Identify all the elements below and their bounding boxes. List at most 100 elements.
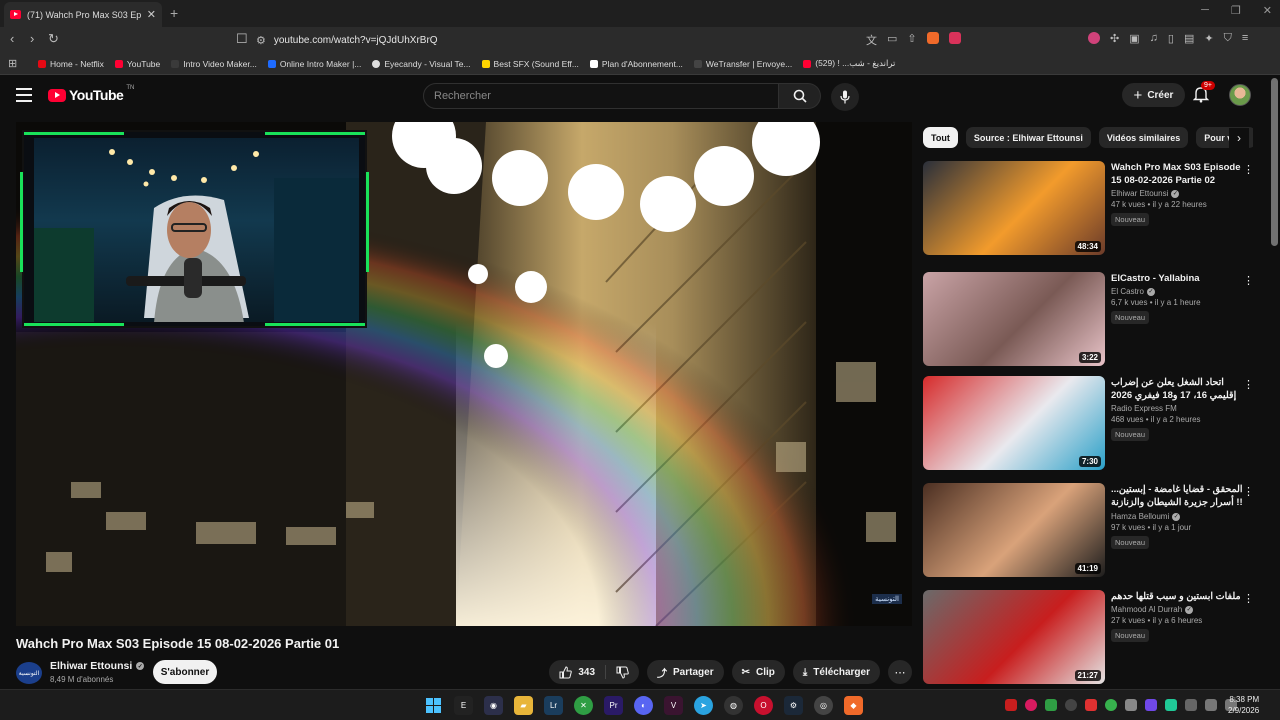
epic-games-icon[interactable]: E: [454, 696, 473, 715]
tray-app-icon[interactable]: [1125, 699, 1137, 711]
create-button[interactable]: + Créer: [1122, 83, 1185, 107]
steam-icon[interactable]: ⚙: [784, 696, 803, 715]
recommendation-channel[interactable]: Radio Express FM: [1111, 404, 1251, 413]
forward-icon[interactable]: ›: [30, 31, 34, 46]
clip-button[interactable]: ✂ Clip: [731, 660, 785, 684]
discord-icon[interactable]: ◐: [634, 696, 653, 715]
tab-close-icon[interactable]: ✕: [147, 8, 156, 21]
recommendation-title[interactable]: المحقق - قضايا غامضة - إبستين... !! أسرا…: [1111, 483, 1251, 510]
bookmark-wetransfer[interactable]: WeTransfer | Envoye...: [693, 59, 792, 69]
dislike-button[interactable]: [606, 660, 639, 684]
download-button[interactable]: ⤓ Télécharger: [792, 660, 880, 684]
share-button[interactable]: ⤴ Partager: [647, 660, 724, 684]
video-thumbnail[interactable]: 21:27: [923, 590, 1105, 684]
reader-icon[interactable]: ▭: [887, 32, 897, 48]
video-thumbnail[interactable]: 41:19: [923, 483, 1105, 577]
brave-browser-icon[interactable]: ◆: [844, 696, 863, 715]
video-thumbnail[interactable]: 48:34: [923, 161, 1105, 255]
tray-app-icon[interactable]: [1065, 699, 1077, 711]
more-actions-button[interactable]: ⋯: [888, 660, 912, 684]
chip-source[interactable]: Source : Elhiwar Ettounsi: [965, 127, 1091, 148]
tray-app-icon[interactable]: [1045, 699, 1057, 711]
search-input[interactable]: Rechercher: [423, 83, 779, 109]
kebab-menu-icon[interactable]: ⋮: [1243, 592, 1254, 605]
app-icon[interactable]: ◎: [814, 696, 833, 715]
window-close-icon[interactable]: ✕: [1263, 4, 1272, 17]
bookmark-intro-video-maker[interactable]: Intro Video Maker...: [171, 59, 257, 69]
account-avatar[interactable]: [1229, 84, 1251, 106]
youtube-logo[interactable]: YouTube TN: [48, 85, 134, 103]
network-icon[interactable]: [1205, 699, 1217, 711]
recommendation-card[interactable]: 21:27 ملفات ابستين و سبب قتلها حدهم Mahmoo…: [923, 590, 1269, 688]
tray-app-icon[interactable]: [1085, 699, 1097, 711]
kebab-menu-icon[interactable]: ⋮: [1243, 378, 1254, 391]
bookmark-online-intro-maker[interactable]: Online Intro Maker |...: [267, 59, 361, 69]
video-thumbnail[interactable]: 7:30: [923, 376, 1105, 470]
recommendation-title[interactable]: Wahch Pro Max S03 Episode 15 08-02-2026 …: [1111, 161, 1251, 187]
davinci-icon[interactable]: ◉: [484, 696, 503, 715]
tray-app-icon[interactable]: [1165, 699, 1177, 711]
microphone-tray-icon[interactable]: [1185, 699, 1197, 711]
recommendation-channel[interactable]: Hamza Belloumi ✓: [1111, 512, 1251, 521]
recommendation-channel[interactable]: Mahmood Al Durrah ✓: [1111, 605, 1251, 614]
extensions-puzzle-icon[interactable]: ✣: [1110, 32, 1119, 45]
menu-icon[interactable]: ≡: [1242, 32, 1248, 45]
like-button[interactable]: 343: [549, 660, 605, 684]
apps-grid-icon[interactable]: ⊞: [8, 57, 38, 70]
bookmark-best-sfx[interactable]: Best SFX (Sound Eff...: [481, 59, 579, 69]
minimize-icon[interactable]: ─: [1201, 4, 1209, 17]
kebab-menu-icon[interactable]: ⋮: [1243, 485, 1254, 498]
app-lr-icon[interactable]: Lr: [544, 696, 563, 715]
file-explorer-icon[interactable]: ▰: [514, 696, 533, 715]
channel-avatar[interactable]: التونسية: [16, 662, 42, 684]
recommendation-channel[interactable]: El Castro ✓: [1111, 287, 1251, 296]
voice-search-button[interactable]: [831, 83, 859, 111]
telegram-icon[interactable]: ➤: [694, 696, 713, 715]
translate-icon[interactable]: 文: [866, 32, 877, 48]
system-clock[interactable]: 8:38 PM 2/9/2026: [1228, 694, 1259, 716]
chip-similar[interactable]: Vidéos similaires: [1098, 127, 1189, 148]
page-scrollbar[interactable]: [1271, 78, 1278, 246]
browser-tab-active[interactable]: (71) Wahch Pro Max S03 Episode ✕: [4, 2, 162, 27]
tray-app-icon[interactable]: [1105, 699, 1117, 711]
brave-rewards-icon[interactable]: [948, 32, 961, 44]
hamburger-menu-icon[interactable]: [16, 88, 32, 102]
bookmark-plan-abonnement[interactable]: Plan d'Abonnement...: [589, 59, 683, 69]
new-tab-button[interactable]: +: [170, 5, 178, 21]
vpn-icon[interactable]: ⛉: [1224, 32, 1232, 45]
recommendation-channel[interactable]: Elhiwar Ettounsi ✓: [1111, 189, 1251, 198]
video-player[interactable]: التونسية: [16, 122, 912, 626]
screenshot-icon[interactable]: ▣: [1129, 32, 1139, 45]
recommendation-title[interactable]: اتحاد الشغل يعلن عن إضراب إقليمي 16، 17 …: [1111, 376, 1251, 402]
opera-gx-icon[interactable]: O: [754, 696, 773, 715]
recommendation-title[interactable]: ملفات ابستين و سبب قتلها حدهم: [1111, 590, 1251, 603]
recommendation-title[interactable]: ElCastro - Yallabina: [1111, 272, 1251, 285]
chips-next-chevron-icon[interactable]: ›: [1229, 128, 1249, 148]
recommendation-card[interactable]: 48:34 Wahch Pro Max S03 Episode 15 08-02-…: [923, 161, 1269, 259]
premiere-icon[interactable]: Pr: [604, 696, 623, 715]
sidebar-icon[interactable]: ▯: [1168, 32, 1174, 45]
video-thumbnail[interactable]: 3:22: [923, 272, 1105, 366]
reload-icon[interactable]: ↻: [48, 31, 59, 47]
recommendation-card[interactable]: 7:30 اتحاد الشغل يعلن عن إضراب إقليمي 16،…: [923, 376, 1269, 474]
wallet-icon[interactable]: ▤: [1184, 32, 1194, 45]
search-button[interactable]: [779, 83, 821, 109]
tray-app-icon[interactable]: [1025, 699, 1037, 711]
channel-name-link[interactable]: Elhiwar Ettounsi ✓: [50, 660, 145, 672]
recommendation-card[interactable]: 41:19 المحقق - قضايا غامضة - إبستين... !!…: [923, 483, 1269, 581]
tray-app-icon[interactable]: [1005, 699, 1017, 711]
subscribe-button[interactable]: S'abonner: [153, 660, 217, 684]
share-icon[interactable]: ⇧: [907, 32, 916, 48]
bookmark-netflix[interactable]: Home - Netflix: [38, 59, 104, 69]
leo-ai-icon[interactable]: ✦: [1204, 32, 1213, 45]
bookmark-eyecandy[interactable]: Eyecandy - Visual Te...: [372, 59, 471, 69]
vegas-icon[interactable]: V: [664, 696, 683, 715]
extension-icon[interactable]: [1088, 32, 1100, 44]
bookmark-youtube[interactable]: YouTube: [114, 59, 160, 69]
bookmark-trending[interactable]: ترانديغ - شب... ! (529): [803, 58, 895, 69]
obs-icon[interactable]: ◍: [724, 696, 743, 715]
back-icon[interactable]: ‹: [10, 31, 14, 46]
brave-shield-icon[interactable]: [926, 32, 939, 44]
windows-start-icon[interactable]: [424, 696, 443, 715]
site-info-icon[interactable]: ⚙: [256, 34, 266, 47]
